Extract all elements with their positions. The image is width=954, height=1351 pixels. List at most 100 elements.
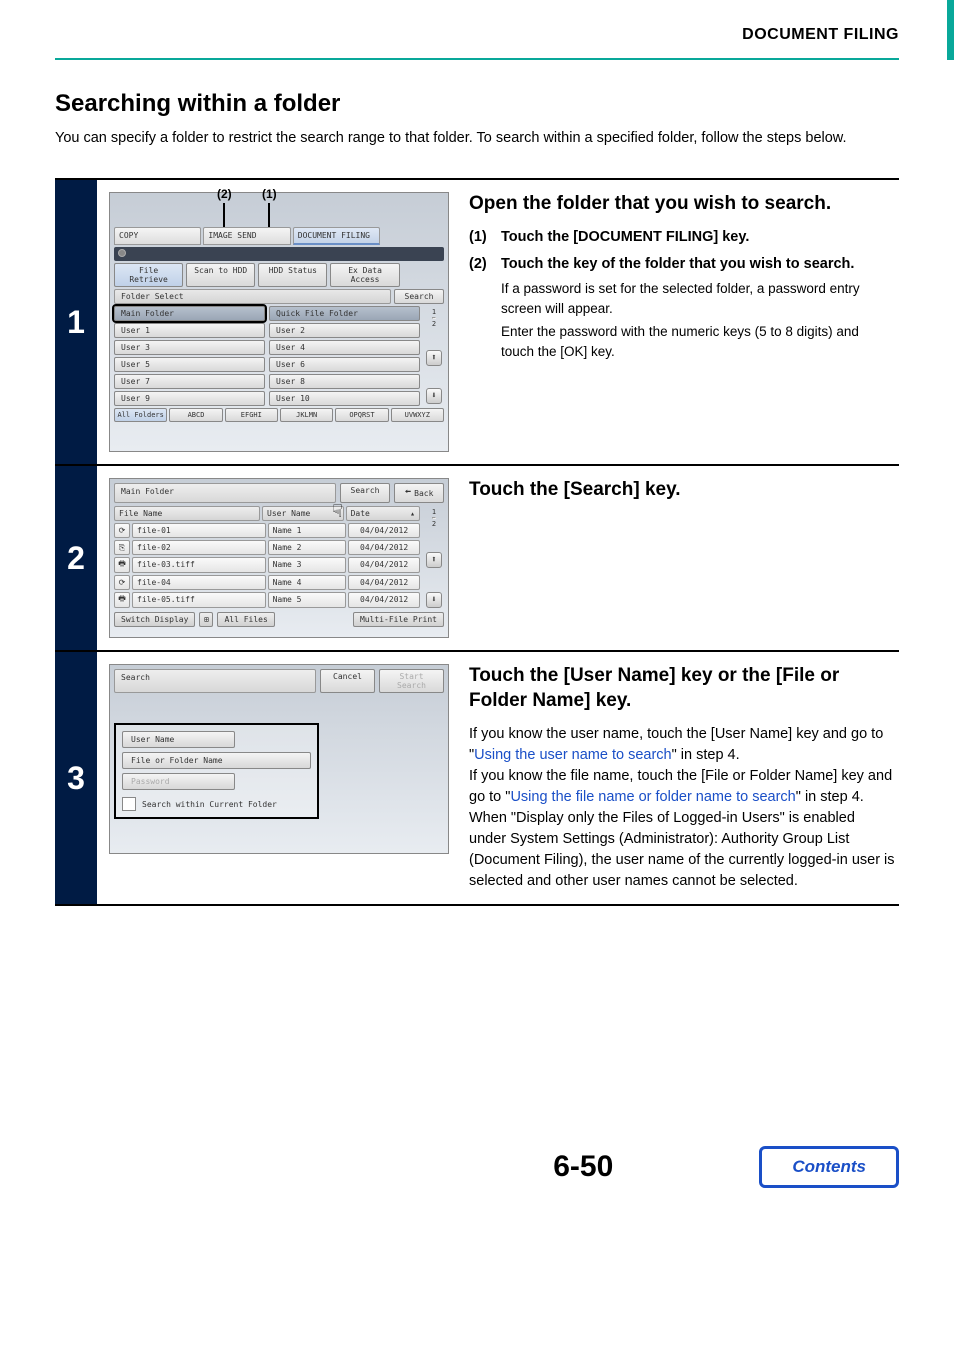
step-2-number: 2 (55, 466, 97, 650)
file-row[interactable]: ⎘file-02Name 204/04/2012 (114, 540, 420, 555)
scan-to-hdd-button[interactable]: Scan to HDD (186, 263, 255, 287)
grid-view-icon[interactable]: ⊞ (199, 612, 213, 627)
file-type-icon: ⎘ (114, 540, 130, 555)
file-date-cell: 04/04/2012 (348, 557, 420, 573)
file-or-folder-name-button[interactable]: File or Folder Name (122, 752, 311, 769)
step-1-sub-1-text: Touch the [DOCUMENT FILING] key. (501, 227, 895, 248)
step-2-text: Touch the [Search] key. (469, 478, 899, 638)
password-button[interactable]: Password (122, 773, 235, 790)
file-user-cell: Name 1 (268, 523, 347, 538)
file-row[interactable]: 🖶file-05.tiffName 504/04/2012 (114, 592, 420, 608)
back-button[interactable]: 🠨Back (394, 483, 444, 503)
filter-all-folders[interactable]: All Folders (114, 408, 167, 422)
hand-cursor-icon: ☟ (332, 501, 343, 522)
hdd-status-button[interactable]: HDD Status (258, 263, 327, 287)
search-button-step2[interactable]: Search (340, 483, 390, 503)
file-date-cell: 04/04/2012 (348, 592, 420, 608)
folder-user-6[interactable]: User 6 (269, 357, 420, 372)
contents-button[interactable]: Contents (759, 1146, 899, 1188)
filter-efghi[interactable]: EFGHI (225, 408, 278, 422)
all-files-button[interactable]: All Files (217, 612, 274, 627)
file-name-cell: file-03.tiff (132, 557, 266, 573)
page-indicator: 12 (432, 308, 436, 328)
tab-copy[interactable]: COPY (114, 227, 201, 245)
folder-user-10[interactable]: User 10 (269, 391, 420, 406)
folder-user-9[interactable]: User 9 (114, 391, 265, 406)
search-form: User Name File or Folder Name Password S… (114, 723, 319, 819)
step-1-sub-2-text: Touch the key of the folder that you wis… (501, 254, 895, 361)
callout-1: (1) (262, 187, 277, 201)
step-3-text: Touch the [User Name] key or the [File o… (469, 664, 899, 892)
ex-data-access-button[interactable]: Ex Data Access (330, 263, 399, 287)
callout-1-line (268, 203, 270, 227)
col-date[interactable]: Date▴ (346, 506, 420, 521)
step-3: 3 Search Cancel Start Search User Name F… (55, 650, 899, 906)
file-row[interactable]: ⟳file-04Name 404/04/2012 (114, 575, 420, 590)
filter-opqrst[interactable]: OPQRST (335, 408, 388, 422)
page-header: DOCUMENT FILING (0, 0, 954, 52)
tab-image-send[interactable]: IMAGE SEND (203, 227, 290, 245)
link-user-name-search[interactable]: Using the user name to search (474, 747, 671, 763)
tab-document-filing[interactable]: DOCUMENT FILING (293, 227, 380, 245)
section-heading: Searching within a folder (55, 90, 899, 118)
status-dot-icon (118, 249, 126, 257)
page-indicator-2: 12 (432, 508, 436, 528)
main-folder-button[interactable]: Main Folder (114, 306, 265, 321)
step-2-screenshot: Main Folder Search 🠨Back ☟ File Name Use… (109, 478, 449, 638)
step-1-detail-2: Enter the password with the numeric keys… (501, 322, 895, 361)
filter-uvwxyz[interactable]: UVWXYZ (391, 408, 444, 422)
scroll-down-button[interactable]: ⬇ (426, 388, 442, 404)
col-file-name[interactable]: File Name (114, 506, 260, 521)
file-row[interactable]: 🖶file-03.tiffName 304/04/2012 (114, 557, 420, 573)
step-1-number: 1 (55, 180, 97, 464)
file-user-cell: Name 4 (268, 575, 347, 590)
folder-user-4[interactable]: User 4 (269, 340, 420, 355)
link-file-name-search[interactable]: Using the file name or folder name to se… (510, 789, 795, 805)
file-row[interactable]: ⟳file-01Name 104/04/2012 (114, 523, 420, 538)
scroll-up-button[interactable]: ⬆ (426, 350, 442, 366)
file-date-cell: 04/04/2012 (348, 523, 420, 538)
sort-up-icon: ▴ (410, 509, 415, 518)
folder-user-7[interactable]: User 7 (114, 374, 265, 389)
header-title: DOCUMENT FILING (55, 26, 899, 44)
start-search-button[interactable]: Start Search (379, 669, 444, 693)
main-folder-title: Main Folder (114, 483, 336, 503)
folder-user-1[interactable]: User 1 (114, 323, 265, 338)
scroll-down-button-2[interactable]: ⬇ (426, 592, 442, 608)
step-2-title: Touch the [Search] key. (469, 478, 895, 503)
folder-user-8[interactable]: User 8 (269, 374, 420, 389)
step-1: 1 (2) (1) COPY IMAGE SEND DOCUMENT FILIN… (55, 178, 899, 464)
page-footer: 6-50 Contents (0, 1146, 954, 1218)
filter-abcd[interactable]: ABCD (169, 408, 222, 422)
file-user-cell: Name 5 (268, 592, 347, 608)
step-1-sub-1-num: (1) (469, 227, 495, 248)
file-user-cell: Name 3 (268, 557, 347, 573)
quick-file-folder-button[interactable]: Quick File Folder (269, 306, 420, 321)
intro-paragraph: You can specify a folder to restrict the… (55, 128, 899, 148)
file-name-cell: file-05.tiff (132, 592, 266, 608)
cancel-button[interactable]: Cancel (320, 669, 375, 693)
folder-user-2[interactable]: User 2 (269, 323, 420, 338)
multi-file-print-button[interactable]: Multi-File Print (353, 612, 444, 627)
search-current-folder-label: Search within Current Folder (142, 800, 277, 809)
folder-user-3[interactable]: User 3 (114, 340, 265, 355)
search-current-folder-checkbox[interactable] (122, 797, 136, 811)
step-3-para-2: If you know the file name, touch the [Fi… (469, 766, 895, 808)
step-1-text: Open the folder that you wish to search.… (469, 192, 899, 452)
step-1-detail-1: If a password is set for the selected fo… (501, 279, 895, 318)
folder-select-label: Folder Select (114, 289, 391, 304)
status-bar (114, 247, 444, 261)
file-type-icon: 🖶 (114, 592, 130, 608)
scroll-up-button-2[interactable]: ⬆ (426, 552, 442, 568)
switch-display-button[interactable]: Switch Display (114, 612, 195, 627)
user-name-button[interactable]: User Name (122, 731, 235, 748)
step-3-screenshot: Search Cancel Start Search User Name Fil… (109, 664, 449, 854)
search-button[interactable]: Search (394, 289, 444, 304)
main-content: Searching within a folder You can specif… (0, 60, 954, 906)
folder-user-5[interactable]: User 5 (114, 357, 265, 372)
step-3-number: 3 (55, 652, 97, 904)
file-retrieve-button[interactable]: File Retrieve (114, 263, 183, 287)
file-user-cell: Name 2 (268, 540, 347, 555)
file-date-cell: 04/04/2012 (348, 540, 420, 555)
filter-jklmn[interactable]: JKLMN (280, 408, 333, 422)
